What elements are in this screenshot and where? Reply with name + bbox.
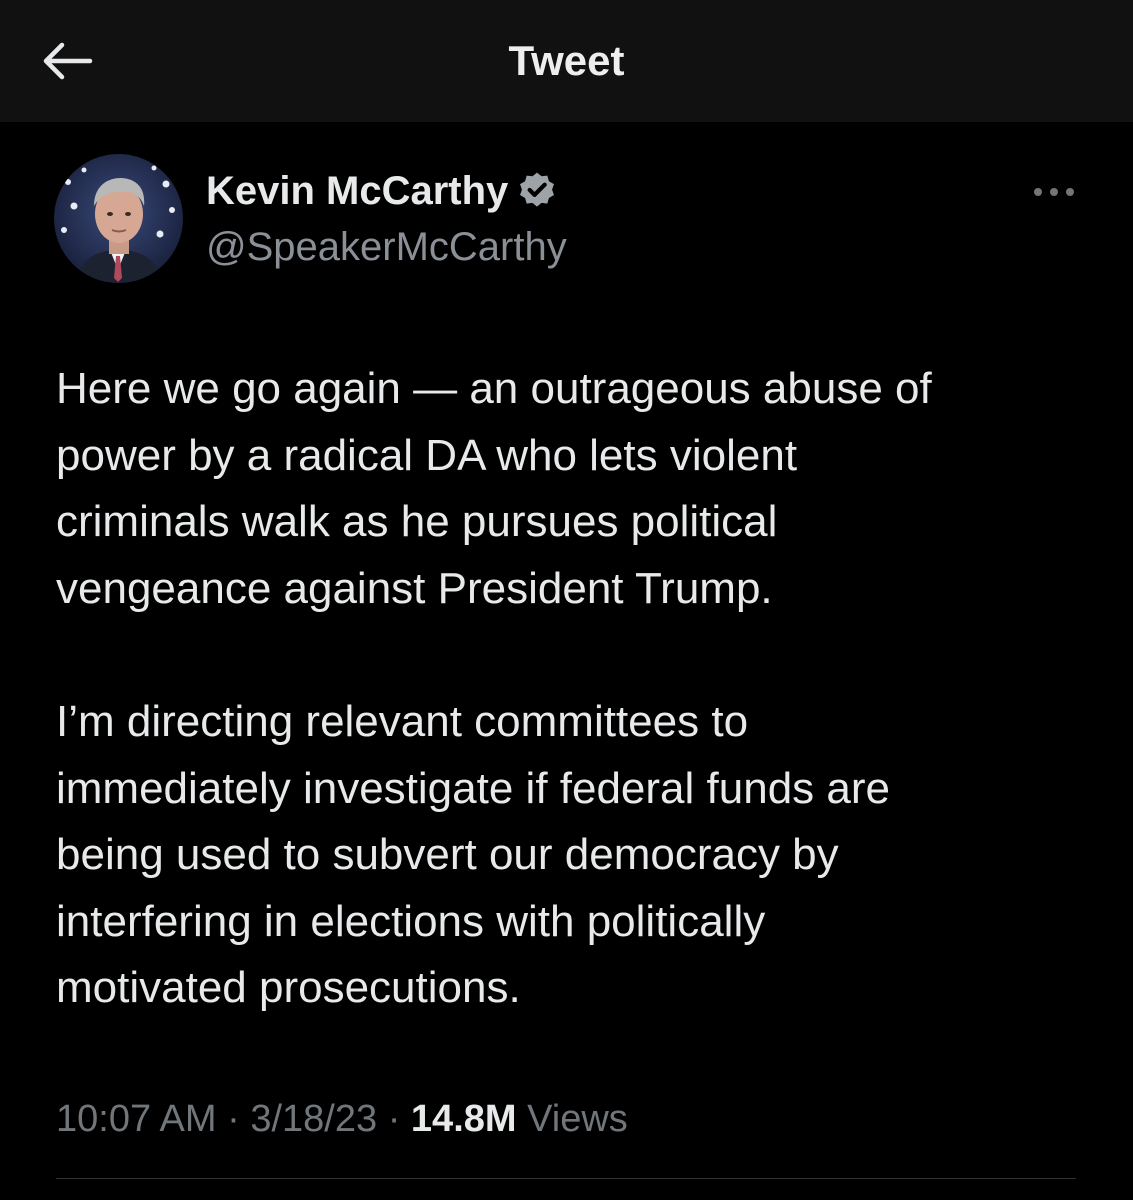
- tweet-line: Here we go again — an outrageous abuse o…: [56, 364, 932, 413]
- author-name-text: Kevin McCarthy: [206, 169, 509, 213]
- tweet-text: Here we go again — an outrageous abuse o…: [56, 356, 1076, 1022]
- meta-separator: ·: [216, 1098, 251, 1140]
- views-label: Views: [516, 1098, 628, 1140]
- tweet-metadata: 10:07 AM · 3/18/23 · 14.8M Views: [56, 1092, 628, 1146]
- views-count[interactable]: 14.8M: [411, 1098, 517, 1140]
- author-handle[interactable]: @SpeakerMcCarthy: [206, 222, 567, 272]
- tweet-line: vengeance against President Trump.: [56, 563, 773, 613]
- avatar-photo: [54, 154, 183, 283]
- tweet-line: criminals walk as he pursues political: [56, 497, 778, 547]
- tweet-line: interfering in elections with politicall…: [56, 896, 766, 946]
- top-bar: Tweet: [0, 0, 1133, 122]
- tweet-line: being used to subvert our democracy by: [56, 830, 839, 880]
- tweet-line: I’m directing relevant committees to: [56, 696, 749, 746]
- more-horizontal-icon: [1034, 188, 1074, 196]
- page-title: Tweet: [508, 37, 625, 84]
- tweet-line: power by a radical DA who lets violent: [56, 430, 798, 480]
- tweet-paragraph-gap: [56, 622, 1076, 689]
- avatar[interactable]: [54, 154, 183, 283]
- more-options-button[interactable]: [1026, 172, 1082, 212]
- tweet-line: immediately investigate if federal funds…: [56, 763, 890, 813]
- tweet-date[interactable]: 3/18/23: [250, 1098, 377, 1140]
- divider: [56, 1178, 1076, 1179]
- meta-separator: ·: [377, 1098, 411, 1140]
- verified-badge-icon: [520, 172, 555, 207]
- tweet-time[interactable]: 10:07 AM: [56, 1098, 217, 1140]
- tweet-line: motivated prosecutions.: [56, 963, 521, 1013]
- author-name[interactable]: Kevin McCarthy: [206, 166, 558, 216]
